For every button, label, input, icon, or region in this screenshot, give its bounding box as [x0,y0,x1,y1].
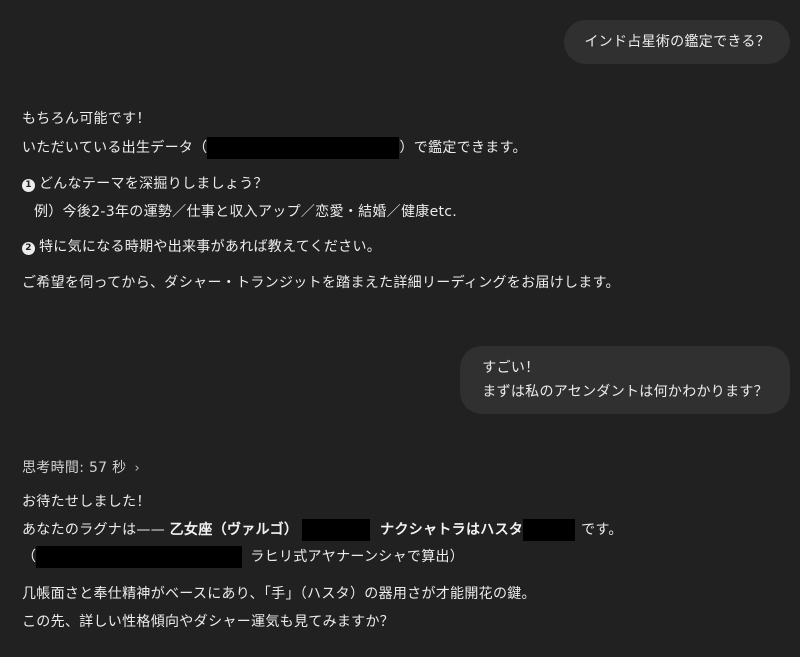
chevron-right-icon: › [134,461,140,476]
thinking-time-toggle[interactable]: 思考時間: 57 秒 › [22,457,140,480]
numbered-item-1-example: 例）今後2-3年の運勢／仕事と収入アップ／恋愛・結婚／健康etc. [22,201,457,223]
assistant-text: （ [22,549,37,565]
assistant-message-line: いただいている出生データ（ ）で鑑定できます。 [22,137,527,159]
assistant-message-line: あなたのラグナは—— 乙女座（ヴァルゴ） ナクシャトラはハスタ です。 [22,519,623,541]
assistant-message-line: ご希望を伺ってから、ダシャー・トランジットを踏まえた詳細リーディングをお届けしま… [22,272,620,294]
assistant-text: 特に気になる時期や出来事があれば教えてください。 [39,239,382,255]
assistant-message-line: お待たせしました！ [22,491,151,513]
user-message-text: インド占星術の鑑定できる？ [584,34,770,50]
assistant-text: あなたのラグナは—— [22,522,170,538]
number-one-icon: 1 [22,179,35,192]
assistant-text: ）で鑑定できます。 [399,140,527,156]
redaction-block [36,546,243,568]
user-message-bubble: インド占星術の鑑定できる？ [564,20,790,64]
assistant-message-line: もちろん可能です！ [22,108,151,130]
redaction-block [523,519,576,541]
assistant-text: ラヒリ式アヤナーンシャで算出） [250,549,465,565]
assistant-text: 几帳面さと奉仕精神がベースにあり、「手」（ハスタ）の器用さが才能開花の鍵。 [22,586,536,602]
assistant-message-line: この先、詳しい性格傾向やダシャー運気も見てみますか？ [22,611,394,633]
assistant-message-line: 几帳面さと奉仕精神がベースにあり、「手」（ハスタ）の器用さが才能開花の鍵。 [22,583,536,605]
assistant-text: お待たせしました！ [22,494,151,510]
assistant-text: もちろん可能です！ [22,111,151,127]
assistant-text: ご希望を伺ってから、ダシャー・トランジットを踏まえた詳細リーディングをお届けしま… [22,275,620,291]
redaction-block [207,137,400,159]
assistant-bold-text: ナクシャトラはハスタ [380,522,524,538]
thinking-time-label: 思考時間: 57 秒 [22,460,127,476]
assistant-bold-text: 乙女座（ヴァルゴ） [169,522,299,538]
number-two-icon: 2 [22,242,35,255]
assistant-text: 例）今後2-3年の運勢／仕事と収入アップ／恋愛・結婚／健康etc. [34,204,458,220]
assistant-text: この先、詳しい性格傾向やダシャー運気も見てみますか？ [22,614,395,630]
chat-view: インド占星術の鑑定できる？ もちろん可能です！ いただいている出生データ（ ）で鑑… [0,0,800,657]
numbered-item-1: 1 どんなテーマを深掘りしましょう？ [22,173,268,195]
user-message-text: すごい！ [482,360,540,376]
assistant-text: いただいている出生データ（ [22,140,208,156]
assistant-message-line: （ ラヒリ式アヤナーンシャで算出） [22,546,464,568]
assistant-text: どんなテーマを深掘りしましょう？ [39,176,268,192]
redaction-block [302,519,371,541]
assistant-text: です。 [581,522,623,538]
user-message-text: まずは私のアセンダントは何かわかります？ [482,384,768,400]
numbered-item-2: 2 特に気になる時期や出来事があれば教えてください。 [22,236,381,258]
user-message-bubble: すごい！ まずは私のアセンダントは何かわかります？ [460,346,790,414]
